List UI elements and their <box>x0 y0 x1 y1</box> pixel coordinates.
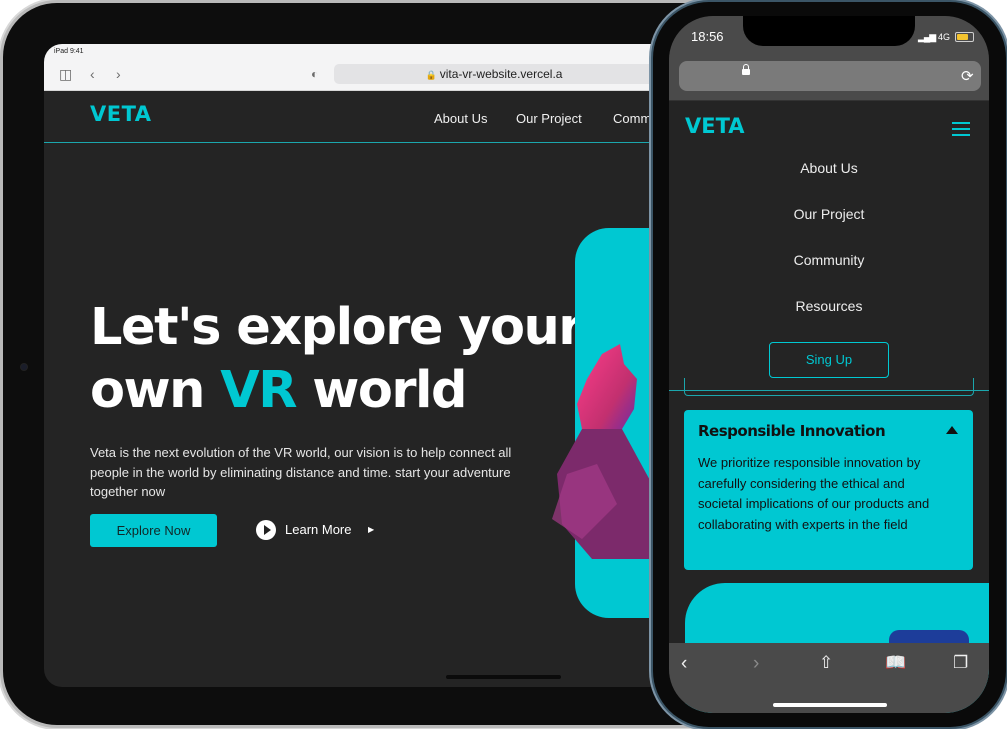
hero-title-own: own <box>90 361 221 420</box>
url-text: vita-vr-website.vercel.a <box>439 67 563 81</box>
mobile-menu-resources[interactable]: Resources <box>669 298 989 314</box>
lock-icon: 🔒 <box>425 70 437 80</box>
tabs-icon[interactable]: ❐ <box>953 653 968 673</box>
iphone-status-bar: 18:56 ▂▄▆ 4G <box>669 16 989 56</box>
explore-now-button[interactable]: Explore Now <box>90 514 217 547</box>
nav-about-us[interactable]: About Us <box>434 111 487 126</box>
back-icon[interactable]: ‹ <box>90 67 95 81</box>
play-icon <box>256 520 276 540</box>
iphone-status-time: 18:56 <box>691 29 724 44</box>
hero-title-world: world <box>295 361 467 420</box>
hero-title-line1: Let's explore your <box>90 298 583 357</box>
hero-title: Let's explore your own VR world <box>90 296 610 422</box>
signup-button[interactable]: Sing Up <box>769 342 889 378</box>
ipad-home-indicator <box>446 675 561 679</box>
iphone-device: 18:56 ▂▄▆ 4G ⟳ VETA About Us Our Project… <box>653 2 1006 727</box>
battery-icon <box>955 32 974 42</box>
ipad-status-time: iPad 9:41 <box>54 48 84 55</box>
hamburger-icon[interactable] <box>952 122 970 136</box>
back-icon[interactable]: ‹ <box>681 653 687 675</box>
ipad-camera <box>21 364 27 370</box>
mobile-site-logo[interactable]: VETA <box>685 114 745 138</box>
forward-icon[interactable]: › <box>753 653 759 675</box>
mobile-menu-about-us[interactable]: About Us <box>669 160 989 176</box>
iphone-address-bar[interactable]: ⟳ <box>679 61 981 91</box>
accordion-item[interactable]: Responsible Innovation We prioritize res… <box>684 410 973 570</box>
share-icon[interactable]: ⇧ <box>819 653 833 673</box>
forward-icon[interactable]: › <box>116 67 121 81</box>
notch <box>743 16 915 46</box>
previous-card-edge <box>684 378 974 396</box>
signal-icon: ▂▄▆ <box>918 32 936 42</box>
sidebar-icon[interactable]: ◫ <box>59 67 72 81</box>
nav-our-project[interactable]: Our Project <box>516 111 582 126</box>
mobile-menu-our-project[interactable]: Our Project <box>669 206 989 222</box>
learn-more-label: Learn More <box>285 522 352 537</box>
hero-description: Veta is the next evolution of the VR wor… <box>90 445 512 499</box>
bookmarks-icon[interactable]: 📖 <box>885 653 906 673</box>
nav-community[interactable]: Comm <box>613 111 651 126</box>
iphone-address-area: ⟳ <box>669 56 989 101</box>
iphone-home-indicator <box>773 703 887 707</box>
hero-title-accent: VR <box>220 361 297 420</box>
lock-icon <box>742 64 750 75</box>
accordion-title[interactable]: Responsible Innovation <box>698 422 886 440</box>
mobile-menu-community[interactable]: Community <box>669 252 989 268</box>
shield-icon[interactable]: ◐ <box>311 67 318 81</box>
caret-right-icon: ▶ <box>368 525 375 534</box>
site-logo[interactable]: VETA <box>90 102 152 126</box>
network-type: 4G <box>938 32 951 42</box>
iphone-screen: 18:56 ▂▄▆ 4G ⟳ VETA About Us Our Project… <box>669 16 989 713</box>
accordion-body: We prioritize responsible innovation by … <box>698 455 930 532</box>
address-bar[interactable]: 🔒 vita-vr-website.vercel.a <box>334 64 654 84</box>
reload-icon[interactable]: ⟳ <box>961 67 974 85</box>
triangle-up-icon[interactable] <box>946 426 958 434</box>
